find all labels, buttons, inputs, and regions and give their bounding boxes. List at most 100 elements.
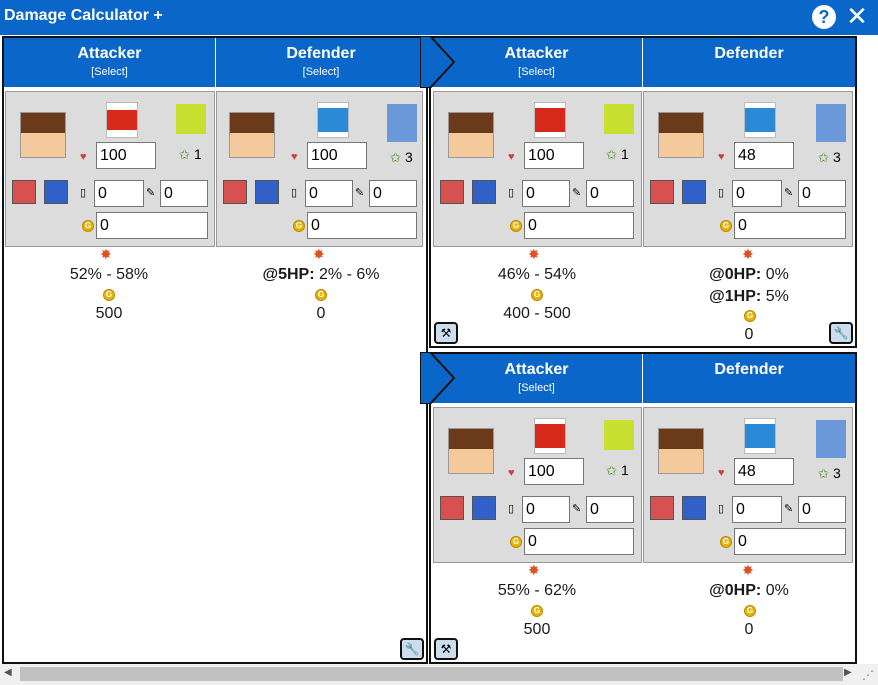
coin-icon: G <box>103 289 115 301</box>
damage-icon: ✸ <box>528 562 540 578</box>
terrain-hq-icon[interactable] <box>816 104 846 142</box>
terrain-star-icon: ✩ <box>606 463 617 478</box>
attacker-tower-input[interactable]: 0 <box>94 180 144 207</box>
super-power-icon[interactable] <box>472 496 496 520</box>
resize-grip-icon[interactable]: ⋰ <box>862 668 874 682</box>
defender-tower-input[interactable]: 0 <box>732 180 782 207</box>
co-power-icon[interactable] <box>650 496 674 520</box>
defender-funds-input[interactable]: 0 <box>734 212 846 239</box>
co-power-icon[interactable] <box>440 180 464 204</box>
defender-comm-input[interactable]: 0 <box>369 180 417 207</box>
co-portrait-icon[interactable] <box>658 112 704 158</box>
super-power-icon[interactable] <box>44 180 68 204</box>
scroll-right-icon[interactable]: ▶ <box>844 667 852 678</box>
terrain-plain-icon[interactable] <box>604 104 634 134</box>
unit-infantry-icon[interactable] <box>744 102 776 138</box>
comm-icon: ✎ <box>355 187 365 199</box>
terrain-hq-icon[interactable] <box>387 104 417 142</box>
defender-damage-range: 0% <box>765 582 789 599</box>
defender-hp-input[interactable]: 48 <box>734 458 794 485</box>
attacker-select-link[interactable]: [Select] <box>431 382 642 394</box>
unit-infantry-icon[interactable] <box>317 102 349 138</box>
attacker-funds-input[interactable]: 0 <box>524 212 634 239</box>
defender-header[interactable]: Defender <box>643 38 855 87</box>
attacker-comm-input[interactable]: 0 <box>586 180 634 207</box>
attacker-select-link[interactable]: [Select] <box>4 66 215 78</box>
co-portrait-icon[interactable] <box>229 112 275 158</box>
terrain-stars-value: 1 <box>621 146 629 162</box>
hammer-icon[interactable]: ⚒ <box>434 638 458 660</box>
unit-tank-icon[interactable] <box>106 102 138 138</box>
defender-damage-line: @5HP: 2% - 6% <box>216 266 426 284</box>
terrain-plain-icon[interactable] <box>176 104 206 134</box>
defender-header[interactable]: Defender <box>643 354 855 403</box>
attacker-funds-input[interactable]: 0 <box>524 528 634 555</box>
co-portrait-icon[interactable] <box>658 428 704 474</box>
calc-panel-3: Attacker [Select] Defender ♥ 100 ✩ 1 ▯ 0… <box>429 352 857 664</box>
attacker-hp-input[interactable]: 100 <box>524 142 584 169</box>
defender-header[interactable]: Defender [Select] <box>216 38 426 87</box>
co-power-icon[interactable] <box>223 180 247 204</box>
attacker-hp-input[interactable]: 100 <box>96 142 156 169</box>
unit-infantry-icon[interactable] <box>744 418 776 454</box>
attacker-header[interactable]: Attacker [Select] <box>431 354 642 403</box>
damage-icon: ✸ <box>742 246 754 262</box>
help-icon[interactable]: ? <box>812 5 836 29</box>
coin-icon: G <box>510 220 522 232</box>
wrench-icon[interactable]: 🔧 <box>400 638 424 660</box>
heart-icon: ♥ <box>718 467 725 479</box>
defender-comm-input[interactable]: 0 <box>798 180 846 207</box>
attacker-comm-input[interactable]: 0 <box>586 496 634 523</box>
defender-tower-input[interactable]: 0 <box>305 180 353 207</box>
scrollbar-thumb[interactable] <box>20 667 843 681</box>
co-portrait-icon[interactable] <box>20 112 66 158</box>
terrain-stars-value: 3 <box>833 465 841 481</box>
unit-mech-icon[interactable] <box>534 102 566 138</box>
super-power-icon[interactable] <box>472 180 496 204</box>
super-power-icon[interactable] <box>255 180 279 204</box>
attacker-tower-input[interactable]: 0 <box>522 496 570 523</box>
attacker-funds-damage: 500 <box>523 621 551 638</box>
terrain-star-icon: ✩ <box>179 147 190 162</box>
defender-hp-prefix: @1HP: <box>709 288 762 305</box>
co-portrait-icon[interactable] <box>448 112 494 158</box>
defender-funds-input[interactable]: 0 <box>734 528 846 555</box>
attacker-header[interactable]: Attacker [Select] <box>4 38 215 87</box>
super-power-icon[interactable] <box>682 180 706 204</box>
heart-icon: ♥ <box>508 467 515 479</box>
damage-icon: ✸ <box>528 246 540 262</box>
attacker-comm-input[interactable]: 0 <box>160 180 208 207</box>
defender-hp-prefix: @0HP: <box>709 266 762 283</box>
terrain-plain-icon[interactable] <box>604 420 634 450</box>
defender-tower-input[interactable]: 0 <box>732 496 782 523</box>
super-power-icon[interactable] <box>682 496 706 520</box>
attacker-tower-input[interactable]: 0 <box>522 180 570 207</box>
window-title: Damage Calculator + <box>4 7 163 24</box>
co-portrait-icon[interactable] <box>448 428 494 474</box>
attacker-funds-input[interactable]: 0 <box>96 212 208 239</box>
tower-icon: ▯ <box>718 503 725 515</box>
defender-funds-input[interactable]: 0 <box>307 212 417 239</box>
defender-comm-input[interactable]: 0 <box>798 496 846 523</box>
terrain-star-icon: ✩ <box>606 147 617 162</box>
defender-title: Defender <box>714 361 784 378</box>
close-icon[interactable]: ✕ <box>843 2 871 32</box>
attacker-select-link[interactable]: [Select] <box>431 66 642 78</box>
unit-mech-icon[interactable] <box>534 418 566 454</box>
comm-icon: ✎ <box>572 503 582 515</box>
defender-damage-value: 0% <box>765 266 789 283</box>
scroll-left-icon[interactable]: ◀ <box>4 667 12 678</box>
co-power-icon[interactable] <box>12 180 36 204</box>
defender-select-link[interactable]: [Select] <box>216 66 426 78</box>
defender-hp-input[interactable]: 48 <box>734 142 794 169</box>
co-power-icon[interactable] <box>440 496 464 520</box>
terrain-stars-value: 3 <box>833 149 841 165</box>
co-power-icon[interactable] <box>650 180 674 204</box>
attacker-hp-input[interactable]: 100 <box>524 458 584 485</box>
attacker-header[interactable]: Attacker [Select] <box>431 38 642 87</box>
defender-hp-input[interactable]: 100 <box>307 142 367 169</box>
terrain-hq-icon[interactable] <box>816 420 846 458</box>
wrench-icon[interactable]: 🔧 <box>829 322 853 344</box>
coin-icon: G <box>720 536 732 548</box>
hammer-icon[interactable]: ⚒ <box>434 322 458 344</box>
